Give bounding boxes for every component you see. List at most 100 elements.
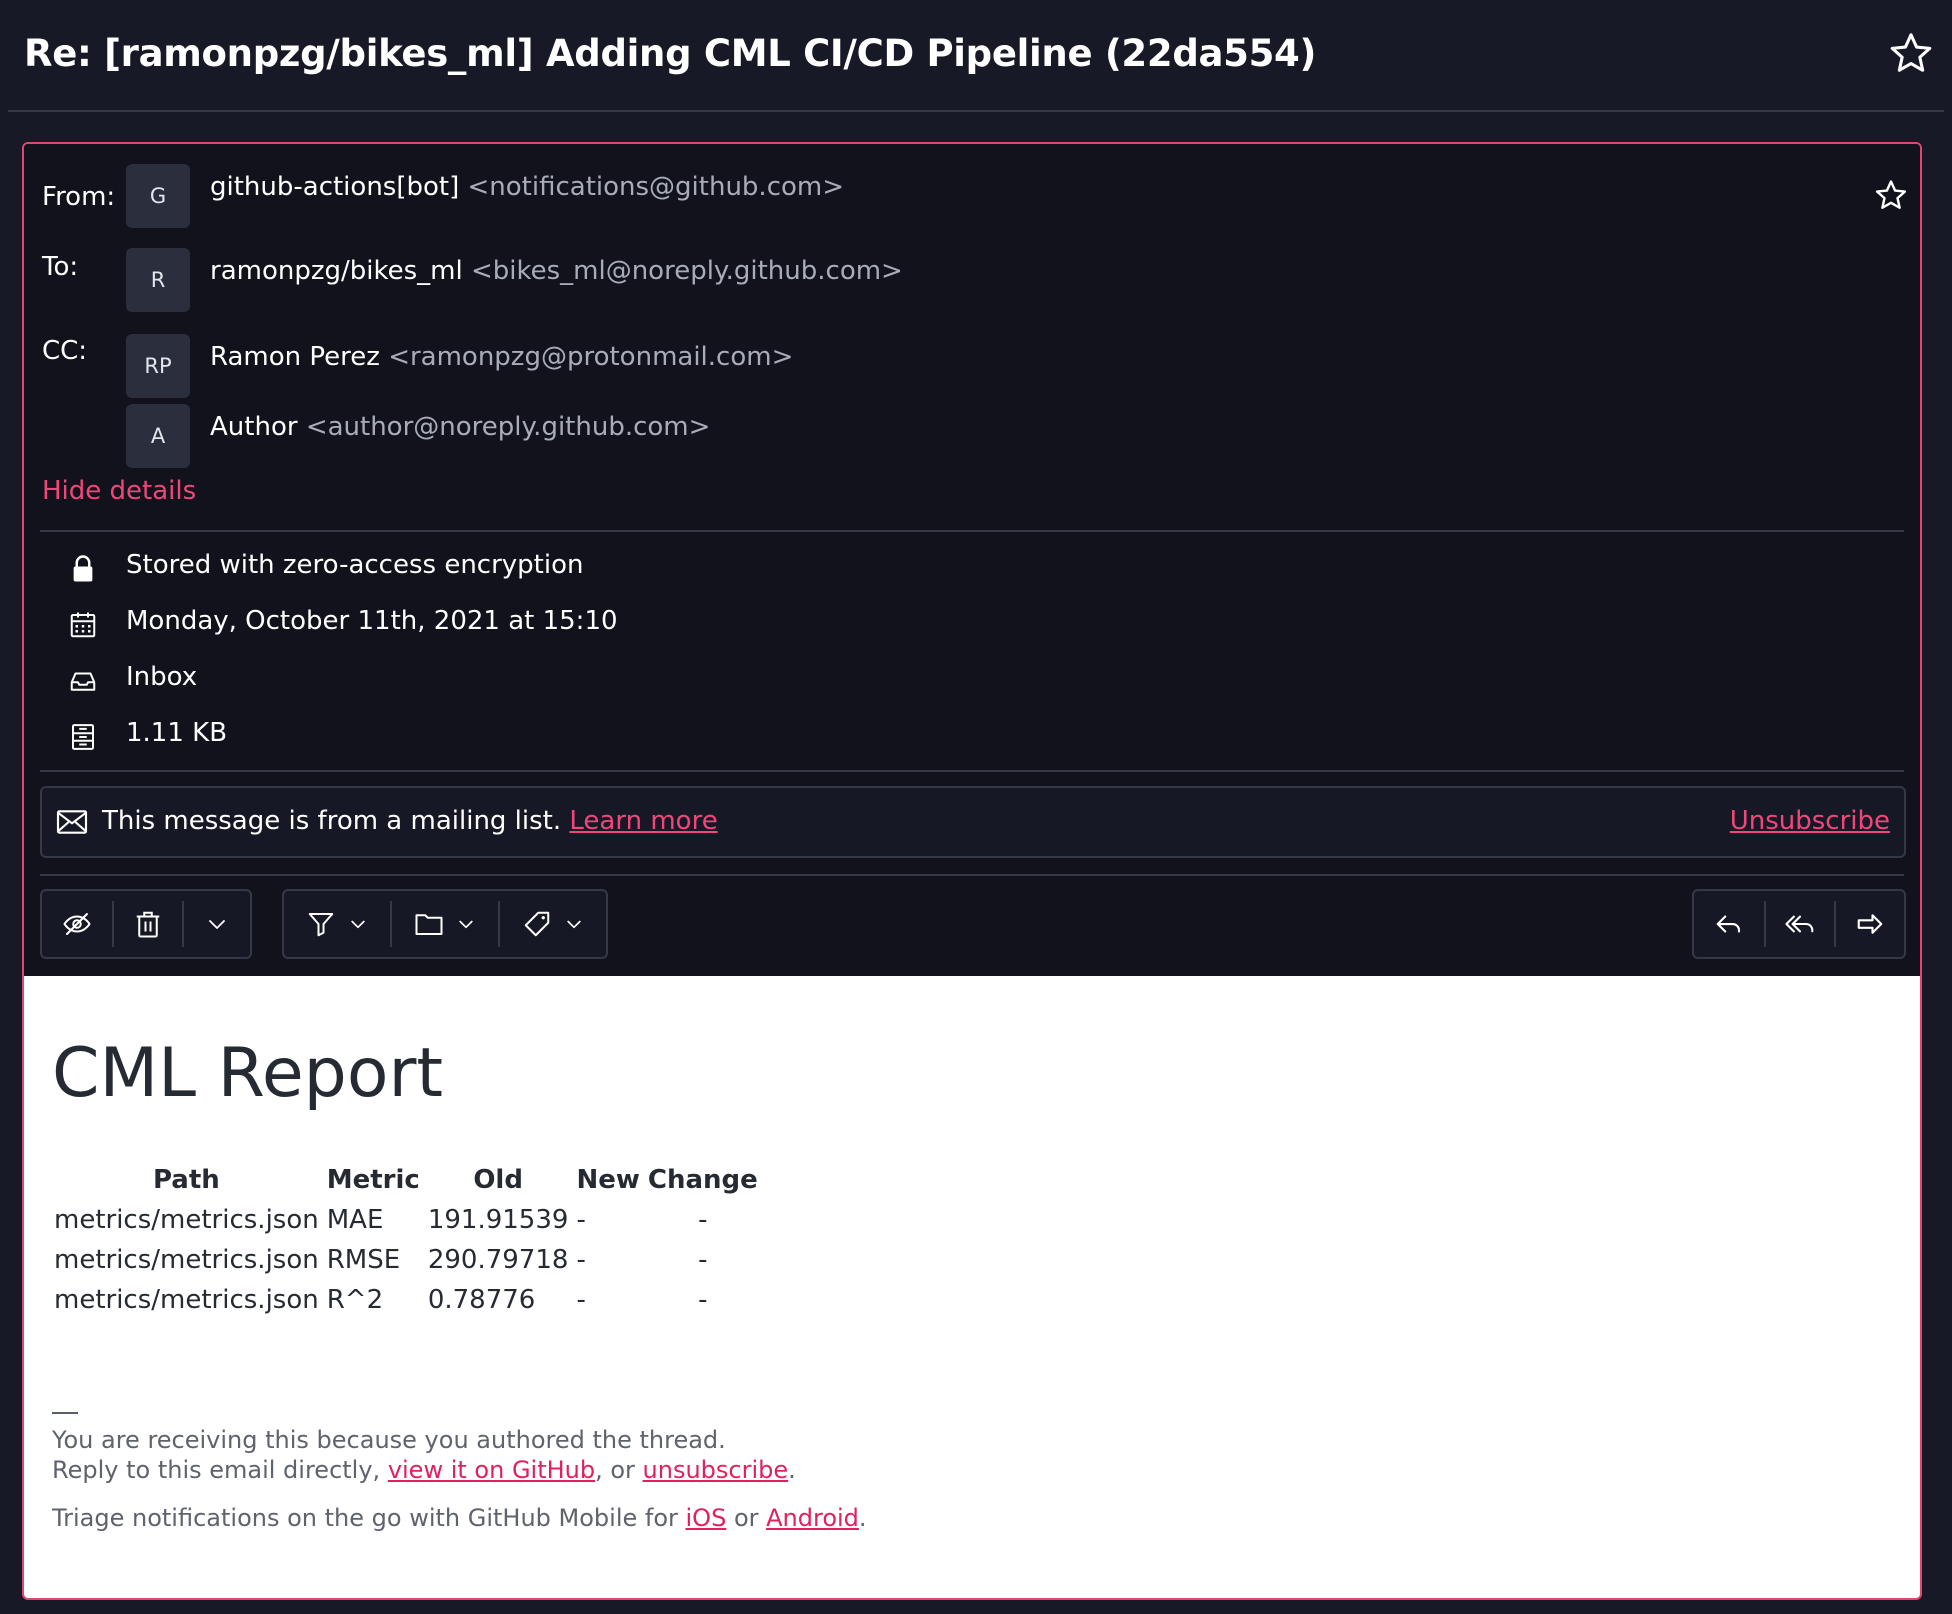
message-container: From: G github-actions[bot] <notificatio… bbox=[22, 142, 1922, 1600]
cc-contact[interactable]: Author <author@noreply.github.com> bbox=[210, 412, 710, 442]
view-on-github-link[interactable]: view it on GitHub bbox=[388, 1456, 595, 1484]
reply-all-button[interactable] bbox=[1766, 891, 1834, 957]
message-size: 1.11 KB bbox=[126, 718, 228, 748]
table-row: metrics/metrics.json RMSE 290.79718 - - bbox=[50, 1240, 762, 1280]
unsubscribe-link[interactable]: Unsubscribe bbox=[1730, 806, 1890, 836]
android-link[interactable]: Android bbox=[766, 1504, 859, 1532]
ios-link[interactable]: iOS bbox=[686, 1504, 727, 1532]
message-date: Monday, October 11th, 2021 at 15:10 bbox=[126, 606, 618, 636]
footer-text: . bbox=[788, 1456, 796, 1484]
footer-text: Reply to this email directly, bbox=[52, 1456, 388, 1484]
footer-reply-line: Reply to this email directly, view it on… bbox=[52, 1456, 796, 1484]
mailing-list-text: This message is from a mailing list. Lea… bbox=[102, 806, 718, 836]
recipient-name: ramonpzg/bikes_ml bbox=[210, 256, 463, 286]
sender-name: github-actions[bot] bbox=[210, 172, 460, 202]
table-cell: - bbox=[576, 1285, 586, 1315]
footer-text: . bbox=[858, 1504, 867, 1532]
table-cell: 191.91539 bbox=[427, 1205, 569, 1235]
more-actions-button[interactable] bbox=[184, 891, 250, 957]
learn-more-link[interactable]: Learn more bbox=[569, 806, 717, 836]
star-icon[interactable] bbox=[1888, 30, 1934, 76]
encryption-status: Stored with zero-access encryption bbox=[126, 550, 584, 580]
table-row: metrics/metrics.json MAE 191.91539 - - bbox=[50, 1200, 762, 1240]
move-to-folder-button[interactable] bbox=[392, 891, 498, 957]
column-header: Metric bbox=[326, 1165, 420, 1195]
hide-details-link[interactable]: Hide details bbox=[42, 476, 196, 506]
chevron-down-icon bbox=[205, 912, 229, 936]
column-header: Old bbox=[473, 1165, 523, 1195]
filter-button[interactable] bbox=[284, 891, 390, 957]
table-cell: - bbox=[698, 1285, 708, 1315]
trash-icon bbox=[133, 909, 163, 939]
cc-name: Author bbox=[210, 412, 298, 442]
footer-text: or bbox=[726, 1504, 767, 1532]
cc-name: Ramon Perez bbox=[210, 342, 380, 372]
cc-address: <ramonpzg@protonmail.com> bbox=[388, 342, 794, 372]
column-header: New bbox=[576, 1165, 640, 1195]
subject-bar: Re: [ramonpzg/bikes_ml] Adding CML CI/CD… bbox=[8, 0, 1944, 112]
mailing-list-message: This message is from a mailing list. bbox=[102, 806, 562, 836]
avatar: G bbox=[126, 164, 190, 228]
table-header-row: Path Metric Old New Change bbox=[50, 1160, 762, 1200]
star-icon[interactable] bbox=[1874, 178, 1908, 212]
cc-contact[interactable]: Ramon Perez <ramonpzg@protonmail.com> bbox=[210, 342, 793, 372]
reply-button[interactable] bbox=[1694, 891, 1764, 957]
table-cell: - bbox=[698, 1245, 708, 1275]
mark-unread-button[interactable] bbox=[42, 891, 112, 957]
table-cell: R^2 bbox=[326, 1285, 384, 1315]
table-cell: 290.79718 bbox=[427, 1245, 569, 1275]
toolbar-reply-group bbox=[1692, 889, 1906, 959]
footer-text: , or bbox=[595, 1456, 643, 1484]
chevron-down-icon bbox=[564, 914, 584, 934]
avatar: A bbox=[126, 404, 190, 468]
lock-icon bbox=[68, 554, 98, 584]
folder-icon bbox=[414, 909, 444, 939]
divider bbox=[40, 770, 1904, 772]
from-label: From: bbox=[42, 182, 116, 212]
footer-notice: You are receiving this because you autho… bbox=[52, 1426, 726, 1454]
message-folder[interactable]: Inbox bbox=[126, 662, 197, 692]
column-header: Change bbox=[647, 1165, 758, 1195]
message-body: CML Report Path Metric Old New Change me… bbox=[24, 976, 1920, 1598]
table-cell: metrics/metrics.json bbox=[54, 1205, 319, 1235]
table-cell: MAE bbox=[326, 1205, 384, 1235]
table-cell: - bbox=[576, 1245, 586, 1275]
cc-label: CC: bbox=[42, 336, 88, 366]
sender-contact[interactable]: github-actions[bot] <notifications@githu… bbox=[210, 172, 844, 202]
delete-button[interactable] bbox=[114, 891, 182, 957]
recipient-contact[interactable]: ramonpzg/bikes_ml <bikes_ml@noreply.gith… bbox=[210, 256, 903, 286]
reply-all-icon bbox=[1784, 909, 1816, 939]
table-cell: metrics/metrics.json bbox=[54, 1245, 319, 1275]
to-label: To: bbox=[42, 252, 79, 282]
label-button[interactable] bbox=[500, 891, 606, 957]
table-cell: - bbox=[698, 1205, 708, 1235]
message-header: From: G github-actions[bot] <notificatio… bbox=[24, 144, 1920, 976]
avatar: RP bbox=[126, 334, 190, 398]
toolbar-actions-group bbox=[40, 889, 252, 959]
cc-address: <author@noreply.github.com> bbox=[305, 412, 711, 442]
file-size-icon bbox=[68, 722, 98, 752]
table-cell: metrics/metrics.json bbox=[54, 1285, 319, 1315]
inbox-icon bbox=[68, 666, 98, 696]
tag-icon bbox=[522, 909, 552, 939]
sender-address: <notifications@github.com> bbox=[467, 172, 845, 202]
calendar-icon bbox=[68, 610, 98, 640]
table-cell: - bbox=[576, 1205, 586, 1235]
avatar: R bbox=[126, 248, 190, 312]
unsubscribe-link[interactable]: unsubscribe bbox=[643, 1456, 789, 1484]
metrics-table: Path Metric Old New Change metrics/metri… bbox=[50, 1160, 762, 1320]
table-cell: RMSE bbox=[326, 1245, 401, 1275]
signature-separator bbox=[52, 1412, 78, 1414]
report-title: CML Report bbox=[52, 1034, 444, 1113]
message-subject: Re: [ramonpzg/bikes_ml] Adding CML CI/CD… bbox=[24, 32, 1317, 75]
forward-button[interactable] bbox=[1836, 891, 1904, 957]
table-cell: 0.78776 bbox=[427, 1285, 536, 1315]
filter-icon bbox=[306, 909, 336, 939]
chevron-down-icon bbox=[348, 914, 368, 934]
divider bbox=[40, 874, 1904, 876]
table-row: metrics/metrics.json R^2 0.78776 - - bbox=[50, 1280, 762, 1320]
mailing-list-banner: This message is from a mailing list. Lea… bbox=[40, 786, 1906, 858]
chevron-down-icon bbox=[456, 914, 476, 934]
recipient-address: <bikes_ml@noreply.github.com> bbox=[470, 256, 903, 286]
eye-slash-icon bbox=[62, 909, 92, 939]
